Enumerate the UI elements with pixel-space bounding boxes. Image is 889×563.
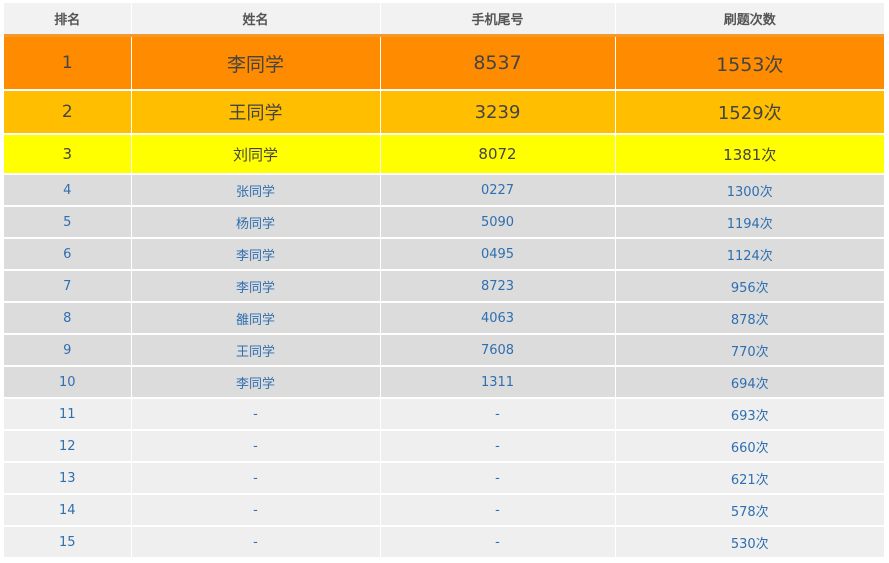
table-row: 7 李同学 8723 956次 — [4, 270, 884, 303]
rank-cell: 10 — [4, 366, 132, 399]
count-cell: 878次 — [615, 302, 884, 335]
name-cell: 李同学 — [131, 35, 381, 91]
phone-cell: - — [380, 494, 616, 527]
table-row: 1 李同学 8537 1553次 — [4, 35, 884, 91]
phone-cell: 8723 — [380, 270, 616, 303]
rank-cell: 8 — [4, 302, 132, 335]
header-rank: 排名 — [4, 3, 132, 37]
header-count: 刷题次数 — [615, 3, 884, 37]
phone-cell: - — [380, 462, 616, 495]
name-cell: 李同学 — [131, 238, 381, 271]
count-cell: 1194次 — [615, 206, 884, 239]
name-cell: 王同学 — [131, 90, 381, 135]
name-cell: 李同学 — [131, 366, 381, 399]
header-row: 排名 姓名 手机尾号 刷题次数 — [4, 3, 884, 37]
count-cell: 770次 — [615, 334, 884, 367]
name-cell: 杨同学 — [131, 206, 381, 239]
rank-cell: 13 — [4, 462, 132, 495]
rank-cell: 14 — [4, 494, 132, 527]
table-row: 12 - - 660次 — [4, 430, 884, 463]
count-cell: 578次 — [615, 494, 884, 527]
rank-cell: 1 — [4, 35, 132, 91]
table-row: 5 杨同学 5090 1194次 — [4, 206, 884, 239]
header-phone: 手机尾号 — [380, 3, 616, 37]
phone-cell: 0227 — [380, 174, 616, 207]
count-cell: 1553次 — [615, 35, 884, 91]
rank-cell: 4 — [4, 174, 132, 207]
phone-cell: 3239 — [380, 90, 616, 135]
rank-cell: 5 — [4, 206, 132, 239]
table-row: 2 王同学 3239 1529次 — [4, 90, 884, 135]
phone-cell: 8537 — [380, 35, 616, 91]
table-header: 排名 姓名 手机尾号 刷题次数 — [4, 3, 884, 37]
name-cell: - — [131, 430, 381, 463]
count-cell: 1124次 — [615, 238, 884, 271]
rank-cell: 12 — [4, 430, 132, 463]
count-cell: 621次 — [615, 462, 884, 495]
table-body: 1 李同学 8537 1553次 2 王同学 3239 1529次 3 刘同学 … — [4, 35, 884, 559]
table-row: 9 王同学 7608 770次 — [4, 334, 884, 367]
table-row: 11 - - 693次 — [4, 398, 884, 431]
name-cell: - — [131, 526, 381, 559]
header-name: 姓名 — [131, 3, 381, 37]
count-cell: 956次 — [615, 270, 884, 303]
leaderboard-table: 排名 姓名 手机尾号 刷题次数 1 李同学 8537 1553次 2 王同学 3… — [4, 3, 884, 559]
count-cell: 693次 — [615, 398, 884, 431]
name-cell: 张同学 — [131, 174, 381, 207]
phone-cell: 4063 — [380, 302, 616, 335]
phone-cell: 7608 — [380, 334, 616, 367]
rank-cell: 11 — [4, 398, 132, 431]
table-row: 3 刘同学 8072 1381次 — [4, 134, 884, 175]
phone-cell: - — [380, 430, 616, 463]
count-cell: 694次 — [615, 366, 884, 399]
phone-cell: 8072 — [380, 134, 616, 175]
count-cell: 1381次 — [615, 134, 884, 175]
rank-cell: 7 — [4, 270, 132, 303]
count-cell: 660次 — [615, 430, 884, 463]
rank-cell: 6 — [4, 238, 132, 271]
rank-cell: 3 — [4, 134, 132, 175]
name-cell: - — [131, 494, 381, 527]
rank-cell: 9 — [4, 334, 132, 367]
name-cell: - — [131, 398, 381, 431]
table-row: 15 - - 530次 — [4, 526, 884, 559]
leaderboard: 排名 姓名 手机尾号 刷题次数 1 李同学 8537 1553次 2 王同学 3… — [4, 3, 884, 559]
table-row: 10 李同学 1311 694次 — [4, 366, 884, 399]
rank-cell: 2 — [4, 90, 132, 135]
phone-cell: - — [380, 526, 616, 559]
table-row: 6 李同学 0495 1124次 — [4, 238, 884, 271]
table-row: 13 - - 621次 — [4, 462, 884, 495]
rank-cell: 15 — [4, 526, 132, 559]
name-cell: - — [131, 462, 381, 495]
count-cell: 1300次 — [615, 174, 884, 207]
name-cell: 李同学 — [131, 270, 381, 303]
count-cell: 530次 — [615, 526, 884, 559]
name-cell: 王同学 — [131, 334, 381, 367]
name-cell: 刘同学 — [131, 134, 381, 175]
name-cell: 雒同学 — [131, 302, 381, 335]
phone-cell: - — [380, 398, 616, 431]
table-row: 4 张同学 0227 1300次 — [4, 174, 884, 207]
phone-cell: 1311 — [380, 366, 616, 399]
phone-cell: 5090 — [380, 206, 616, 239]
table-row: 8 雒同学 4063 878次 — [4, 302, 884, 335]
count-cell: 1529次 — [615, 90, 884, 135]
phone-cell: 0495 — [380, 238, 616, 271]
table-row: 14 - - 578次 — [4, 494, 884, 527]
